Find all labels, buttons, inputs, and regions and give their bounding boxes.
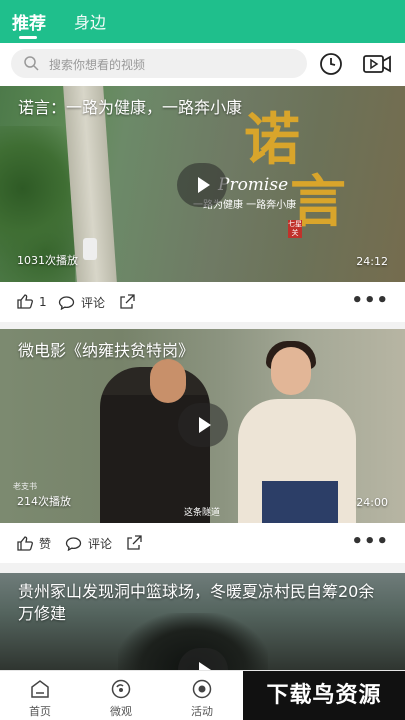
thumb-up-icon — [17, 294, 33, 309]
film-watermark: 老支书 — [13, 482, 37, 491]
play-count: 214次播放 — [17, 495, 71, 508]
video-duration: 24:12 — [356, 255, 388, 268]
video-logo-text: 诺 言 — [244, 107, 350, 235]
video-title[interactable]: 诺言：一路为健康，一路奔小康 — [18, 94, 242, 118]
comment-button[interactable]: 评论 — [58, 294, 105, 311]
video-action-bar: 1 评论 ••• — [0, 282, 405, 322]
nav-micro-view[interactable]: 微观 — [101, 679, 141, 719]
comment-icon — [65, 536, 82, 551]
video-card-thumbnail[interactable]: 诺 言 Promise 一路为健康 一路奔小康 七星关 诺言：一路为健康，一路奔… — [0, 86, 405, 282]
history-clock-icon[interactable] — [319, 52, 343, 76]
top-tab-bar: 推荐 身边 — [0, 0, 405, 43]
search-input[interactable]: 搜索你想看的视频 — [11, 49, 307, 78]
seal-stamp: 七星关 — [288, 220, 302, 238]
active-tab-indicator — [19, 36, 37, 39]
nav-home[interactable]: 首页 — [20, 679, 60, 719]
nav-activity[interactable]: 活动 — [182, 679, 222, 719]
play-button[interactable] — [178, 403, 228, 447]
like-button[interactable]: 赞 — [17, 535, 51, 552]
video-card-thumbnail[interactable]: 老支书 这条隧道 微电影《纳雍扶贫特岗》 214次播放 24:00 — [0, 329, 405, 523]
video-action-bar: 赞 评论 ••• — [0, 523, 405, 563]
brand-watermark: 下载鸟资源 — [243, 671, 405, 720]
comment-label: 评论 — [88, 537, 113, 551]
play-count: 1031次播放 — [17, 254, 78, 267]
share-icon[interactable] — [126, 535, 142, 550]
tab-nearby[interactable]: 身边 — [74, 9, 106, 33]
tab-recommend[interactable]: 推荐 — [12, 9, 46, 34]
video-title[interactable]: 贵州冢山发现洞中篮球场，冬暖夏凉村民自筹20余万修建 — [18, 581, 388, 625]
comment-label: 评论 — [81, 296, 106, 310]
like-label: 赞 — [39, 537, 52, 551]
more-options-button[interactable]: ••• — [351, 531, 389, 552]
activity-icon — [192, 679, 212, 699]
search-row: 搜索你想看的视频 — [0, 43, 405, 86]
like-count: 1 — [39, 294, 47, 309]
search-placeholder: 搜索你想看的视频 — [49, 58, 146, 72]
micro-view-icon — [111, 679, 131, 699]
video-logo-english: Promise — [218, 175, 289, 195]
thumb-up-icon — [17, 536, 33, 551]
more-options-button[interactable]: ••• — [351, 290, 389, 311]
home-icon — [31, 680, 49, 698]
video-subtitle: 这条隧道 — [184, 508, 221, 518]
share-icon[interactable] — [119, 294, 135, 309]
search-icon — [24, 56, 39, 71]
play-button[interactable] — [177, 163, 227, 207]
video-duration: 24:00 — [356, 496, 388, 509]
like-button[interactable]: 1 — [17, 294, 47, 309]
comment-icon — [58, 295, 75, 310]
video-title[interactable]: 微电影《纳雍扶贫特岗》 — [18, 337, 194, 361]
comment-button[interactable]: 评论 — [65, 535, 112, 552]
video-card-thumbnail[interactable]: 贵州冢山发现洞中篮球场，冬暖夏凉村民自筹20余万修建 — [0, 573, 405, 670]
video-camera-icon[interactable] — [362, 53, 392, 75]
